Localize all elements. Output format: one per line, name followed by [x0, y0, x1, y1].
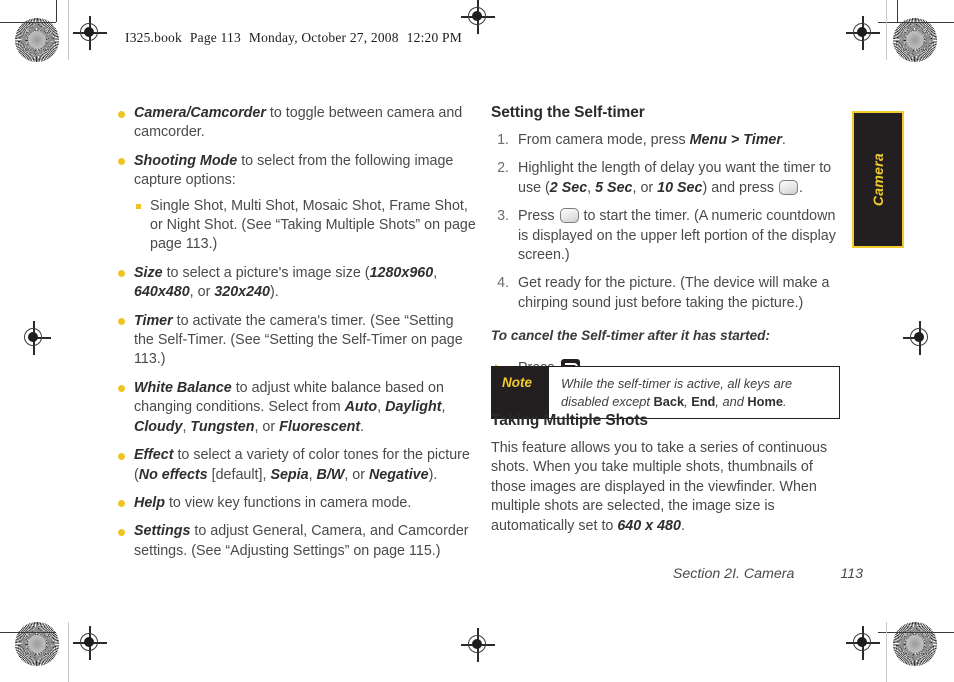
- list-item: White Balance to adjust white balance ba…: [116, 379, 476, 437]
- star-registration-mark-top-left: [15, 18, 59, 62]
- self-timer-steps-list: 1. From camera mode, press Menu > Timer.…: [491, 131, 849, 313]
- side-tab-camera: Camera: [852, 111, 904, 248]
- taking-multiple-shots-section: Taking Multiple Shots This feature allow…: [491, 412, 849, 536]
- list-item: Timer to activate the camera's timer. (S…: [116, 312, 476, 370]
- list-item: 4. Get ready for the picture. (The devic…: [491, 274, 849, 313]
- list-item: Settings to adjust General, Camera, and …: [116, 522, 476, 561]
- option-term: Shooting Mode: [134, 152, 238, 169]
- option-desc: to select a picture's image size (1280x9…: [134, 264, 438, 301]
- footer-section-name: Section 2I. Camera: [672, 566, 795, 582]
- list-item: Effect to select a variety of color tone…: [116, 446, 476, 485]
- left-column: Camera/Camcorder to toggle between camer…: [116, 104, 476, 570]
- step-number: 2.: [497, 160, 509, 177]
- option-term: White Balance: [134, 379, 232, 396]
- step-text: From camera mode, press Menu > Timer.: [518, 132, 786, 148]
- right-column: Setting the Self-timer 1. From camera mo…: [491, 104, 849, 379]
- crosshair-mark-top-center: [461, 0, 495, 34]
- list-item: Shooting Mode to select from the followi…: [116, 152, 476, 255]
- option-desc: to select a variety of color tones for t…: [134, 447, 470, 483]
- trim-line-left-upper: [56, 0, 57, 22]
- step-text: Highlight the length of delay you want t…: [518, 160, 832, 196]
- running-header-time: 12:20 PM: [406, 30, 462, 45]
- sub-option-desc: Single Shot, Multi Shot, Mosaic Shot, Fr…: [150, 197, 476, 253]
- step-number: 3.: [497, 208, 509, 225]
- option-term: Timer: [134, 312, 173, 329]
- option-desc: to activate the camera's timer. (See “Se…: [134, 312, 463, 368]
- page-title-self-timer: Setting the Self-timer: [491, 104, 645, 121]
- guide-line-right-bottom: [886, 622, 887, 682]
- guide-line-right: [886, 0, 887, 60]
- cancel-self-timer-lead-in: To cancel the Self-timer after it has st…: [491, 328, 770, 344]
- list-item: Help to view key functions in camera mod…: [116, 494, 476, 513]
- bullet-dot-icon: [118, 318, 125, 326]
- trim-line-bottom-right: [878, 632, 954, 633]
- step-text: Get ready for the picture. (The device w…: [518, 275, 830, 311]
- list-item: Camera/Camcorder to toggle between camer…: [116, 104, 476, 143]
- list-item: 1. From camera mode, press Menu > Timer.: [491, 131, 849, 150]
- option-term: Camera/Camcorder: [134, 105, 266, 121]
- trim-line-top-left: [0, 22, 56, 23]
- bullet-dot-icon: [118, 500, 125, 508]
- running-header: I325.book Page 113 Monday, October 27, 200…: [125, 30, 462, 46]
- list-item: 3. Press to start the timer. (A numeric …: [491, 207, 849, 265]
- trim-line-bottom-left: [0, 632, 56, 633]
- ok-key-icon: [778, 179, 798, 195]
- star-registration-mark-top-right: [893, 18, 937, 62]
- crosshair-mark-right-middle: [903, 321, 937, 355]
- trim-line-top-right: [878, 22, 954, 23]
- option-term: Effect: [134, 447, 174, 464]
- step-number: 4.: [497, 275, 509, 292]
- running-header-file: I325.book: [125, 30, 182, 45]
- guide-line-left: [68, 0, 69, 60]
- note-label: Note: [492, 367, 549, 418]
- star-registration-mark-bottom-right: [893, 622, 937, 666]
- list-item: Single Shot, Multi Shot, Mosaic Shot, Fr…: [134, 197, 476, 255]
- note-text: While the self-timer is active, all keys…: [561, 376, 793, 409]
- step-text: Press to start the timer. (A numeric cou…: [518, 208, 836, 264]
- running-header-page: Page 113: [189, 30, 241, 45]
- bullet-square-icon: [136, 203, 141, 209]
- option-term: Settings: [134, 523, 191, 540]
- page-footer: Section 2I. Camera 113: [491, 566, 863, 582]
- running-header-date: Monday, October 27, 2008: [248, 30, 399, 45]
- crosshair-mark-bottom-right: [846, 626, 880, 660]
- crosshair-mark-top-left: [73, 16, 107, 50]
- camera-options-list: Camera/Camcorder to toggle between camer…: [116, 104, 476, 561]
- crosshair-mark-bottom-left: [73, 626, 107, 660]
- option-desc: to view key functions in camera mode.: [164, 494, 412, 511]
- bullet-dot-icon: [118, 452, 125, 460]
- list-item: Size to select a picture's image size (1…: [116, 264, 476, 303]
- bullet-dot-icon: [118, 270, 125, 278]
- footer-page-number: 113: [840, 566, 863, 582]
- bullet-dot-icon: [118, 385, 125, 393]
- option-term: Help: [134, 494, 165, 511]
- step-number: 1.: [497, 132, 509, 148]
- option-term: Size: [134, 264, 163, 281]
- list-item: 2. Highlight the length of delay you wan…: [491, 159, 849, 198]
- side-tab-label: Camera: [870, 152, 886, 207]
- guide-line-left-bottom: [68, 622, 69, 682]
- bullet-dot-icon: [118, 528, 125, 536]
- crosshair-mark-left-middle: [17, 321, 51, 355]
- page-title-multiple-shots: Taking Multiple Shots: [491, 412, 648, 429]
- bullet-dot-icon: [118, 158, 125, 166]
- crosshair-mark-bottom-center: [461, 628, 495, 662]
- trim-line-right-upper: [897, 0, 898, 22]
- ok-key-icon: [559, 208, 579, 224]
- multiple-shots-paragraph: This feature allows you to take a series…: [491, 440, 828, 534]
- bullet-dot-icon: [118, 110, 125, 118]
- shooting-mode-sublist: Single Shot, Multi Shot, Mosaic Shot, Fr…: [134, 197, 476, 255]
- crosshair-mark-top-right: [846, 16, 880, 50]
- star-registration-mark-bottom-left: [15, 622, 59, 666]
